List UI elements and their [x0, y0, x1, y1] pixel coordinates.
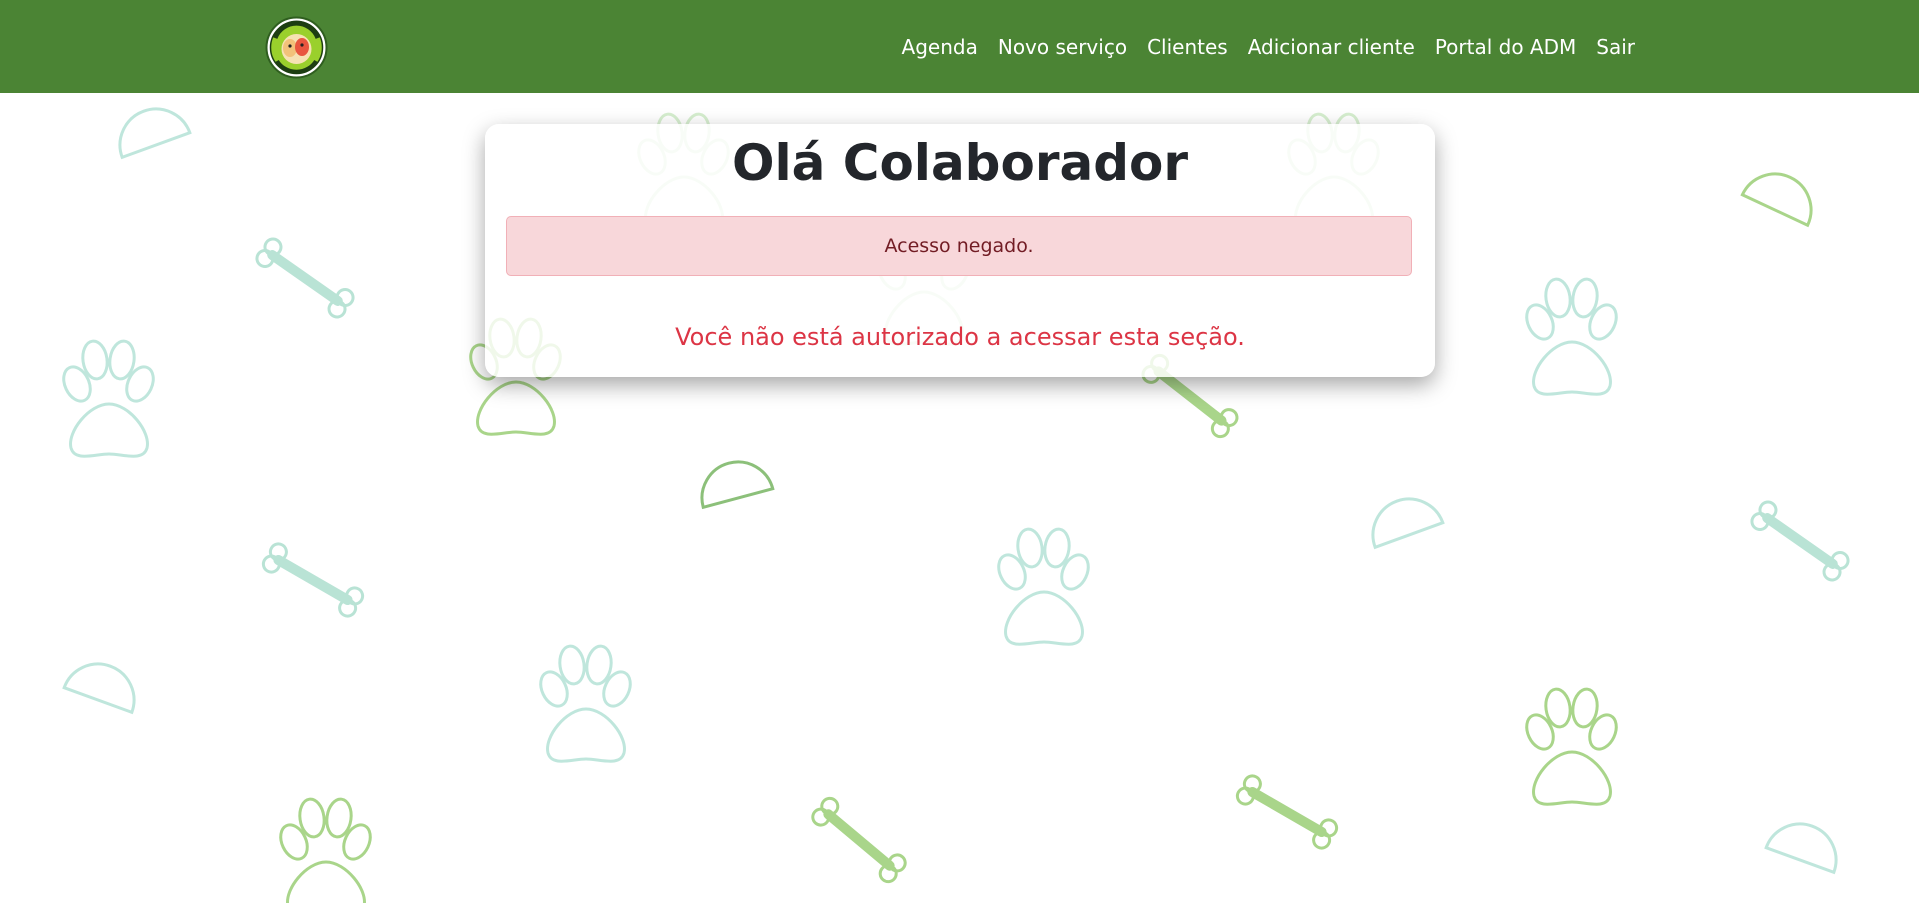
bone-icon	[1749, 499, 1851, 583]
nav-link-sair[interactable]: Sair	[1586, 35, 1645, 59]
access-denied-alert: Acesso negado.	[506, 216, 1412, 276]
paw-icon	[534, 643, 637, 763]
top-navbar: Agenda Novo serviço Clientes Adicionar c…	[0, 0, 1919, 93]
main-nav: Agenda Novo serviço Clientes Adicionar c…	[892, 0, 1645, 93]
page-title: Olá Colaborador	[731, 134, 1189, 192]
paw-icon	[274, 796, 377, 903]
nav-link-portal-adm[interactable]: Portal do ADM	[1425, 35, 1586, 59]
paw-icon	[992, 526, 1095, 646]
half-circle-icon	[692, 452, 775, 509]
paw-icon	[1520, 276, 1623, 396]
half-circle-icon	[108, 97, 192, 159]
paw-icon	[1520, 686, 1623, 806]
bone-icon	[810, 795, 909, 885]
bone-icon	[254, 236, 356, 320]
half-circle-icon	[1740, 160, 1825, 227]
nav-link-agenda[interactable]: Agenda	[892, 35, 988, 59]
bone-icon	[260, 541, 365, 619]
bone-icon	[1234, 773, 1339, 851]
half-circle-icon	[1764, 812, 1848, 874]
unauthorized-message: Você não está autorizado a acessar esta …	[675, 323, 1245, 351]
half-circle-icon	[1361, 487, 1445, 549]
nav-link-clientes[interactable]: Clientes	[1137, 35, 1238, 59]
nav-link-adicionar-cliente[interactable]: Adicionar cliente	[1238, 35, 1425, 59]
access-card: Olá Colaborador Acesso negado. Você não …	[485, 124, 1435, 377]
brand-logo[interactable]	[265, 16, 328, 79]
paw-icon	[57, 338, 160, 458]
half-circle-icon	[62, 652, 146, 714]
logo-icon	[265, 16, 328, 79]
nav-link-novo-servico[interactable]: Novo serviço	[988, 35, 1137, 59]
